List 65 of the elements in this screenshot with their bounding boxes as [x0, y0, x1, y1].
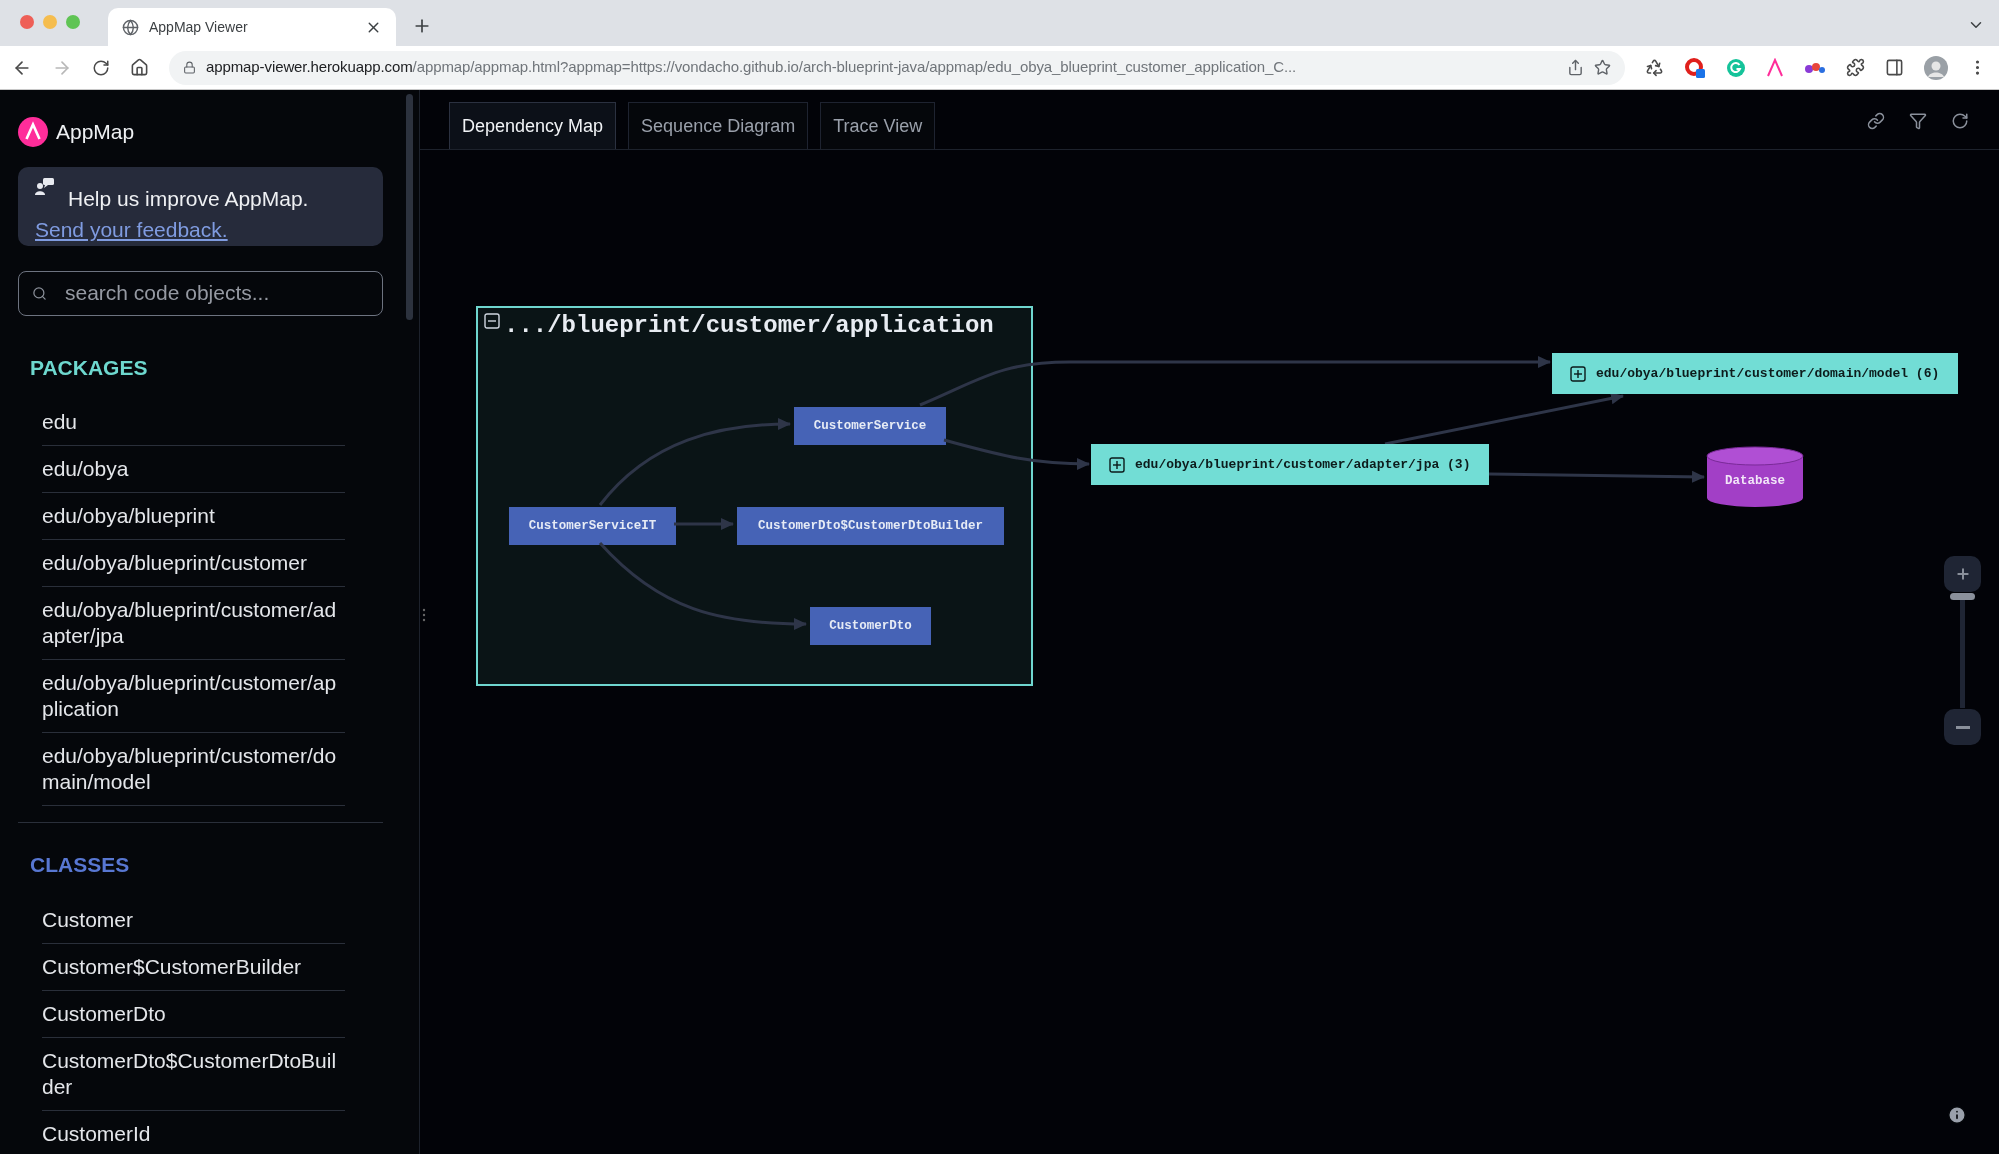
feedback-text: Help us improve AppMap. — [68, 185, 309, 212]
tab-title: AppMap Viewer — [149, 17, 249, 37]
package-node[interactable]: edu/obya/blueprint/customer/domain/model (6) — [1552, 353, 1958, 394]
avatar-icon[interactable] — [1924, 55, 1948, 80]
dependency-arrow — [674, 518, 734, 530]
class-node[interactable]: CustomerService — [794, 407, 946, 445]
bookmark-star-icon[interactable] — [1594, 59, 1611, 76]
search-field[interactable]: search code objects... — [18, 270, 383, 316]
expand-icon[interactable] — [1570, 365, 1586, 382]
view-tab[interactable]: Trace View — [820, 102, 936, 149]
appmap-extension-icon[interactable] — [1766, 57, 1784, 78]
reload-icon[interactable] — [92, 58, 110, 77]
zoom-slider[interactable] — [1950, 593, 1975, 708]
address-field[interactable]: appmap-viewer.herokuapp.com/appmap/appmap.html?appmap=https://vondacho.github.io/arch-blueprint-java/appmap/edu_obya_blueprint_customer_application_C... — [169, 50, 1625, 85]
package-item[interactable]: edu/obya — [42, 446, 345, 493]
home-icon[interactable] — [130, 58, 149, 77]
package-node-label: edu/obya/blueprint/customer/domain/model (6) — [1596, 364, 1940, 383]
extensions-icon[interactable] — [1846, 58, 1865, 77]
package-node[interactable]: edu/obya/blueprint/customer/adapter/jpa (3) — [1091, 444, 1489, 485]
group-title: .../blueprint/customer/application — [504, 311, 994, 341]
zoom-out-button[interactable] — [1944, 709, 1981, 745]
minus-icon — [1955, 725, 1970, 729]
collapse-icon[interactable] — [484, 313, 500, 329]
filter-icon[interactable] — [1909, 112, 1927, 130]
class-node[interactable]: CustomerServiceIT — [509, 507, 676, 545]
package-item[interactable]: edu/obya/blueprint/customer/application — [42, 660, 345, 733]
side-panel-icon[interactable] — [1885, 58, 1904, 77]
class-item[interactable]: CustomerDto$CustomerDtoBuilder — [42, 1037, 345, 1111]
expand-icon[interactable] — [1109, 456, 1125, 473]
resize-handle-icon[interactable] — [422, 608, 426, 622]
view-tab[interactable]: Sequence Diagram — [628, 102, 809, 149]
class-item[interactable]: Customer$CustomerBuilder — [42, 943, 345, 991]
link-icon[interactable] — [1867, 112, 1885, 130]
package-item[interactable]: edu/obya/blueprint/customer/domain/model — [42, 733, 345, 806]
scrollbar[interactable] — [406, 94, 413, 320]
feedback-link[interactable]: Send your feedback. — [35, 214, 228, 246]
close-window-icon[interactable] — [20, 15, 34, 29]
class-item[interactable]: Customer — [42, 896, 345, 944]
package-node-label: edu/obya/blueprint/customer/adapter/jpa (3) — [1135, 455, 1471, 474]
brand-name: AppMap — [56, 119, 135, 145]
reload-icon[interactable] — [1951, 112, 1969, 130]
package-item[interactable]: edu/obya/blueprint/customer/adapter/jpa — [42, 587, 345, 660]
package-item[interactable]: edu/obya/blueprint/customer — [42, 540, 345, 587]
package-item[interactable]: edu/obya/blueprint — [42, 493, 345, 540]
class-item[interactable]: CustomerId — [42, 1110, 345, 1154]
lock-icon — [183, 61, 196, 74]
section-heading: CLASSES — [30, 852, 131, 878]
class-item[interactable]: CustomerDto — [42, 990, 345, 1038]
zoom-thumb[interactable] — [1950, 593, 1975, 600]
appmap-logo — [18, 116, 48, 147]
plus-icon — [1954, 566, 1971, 582]
section-heading: PACKAGES — [30, 354, 149, 381]
recycle-icon[interactable] — [1645, 58, 1664, 77]
extension-icon[interactable] — [1684, 56, 1706, 79]
class-node[interactable]: CustomerDto$CustomerDtoBuilder — [737, 507, 1004, 545]
class-node[interactable]: CustomerDto — [810, 607, 931, 645]
package-item[interactable]: edu — [42, 399, 345, 446]
zoom-in-button[interactable] — [1944, 556, 1981, 592]
share-icon[interactable] — [1567, 59, 1584, 76]
browser-tab[interactable]: AppMap Viewer — [108, 8, 396, 46]
globe-icon — [122, 18, 139, 36]
feedback-icon — [35, 177, 54, 196]
view-tab[interactable]: Dependency Map — [449, 102, 617, 149]
search-icon — [32, 285, 47, 301]
info-icon[interactable] — [1947, 1105, 1967, 1125]
